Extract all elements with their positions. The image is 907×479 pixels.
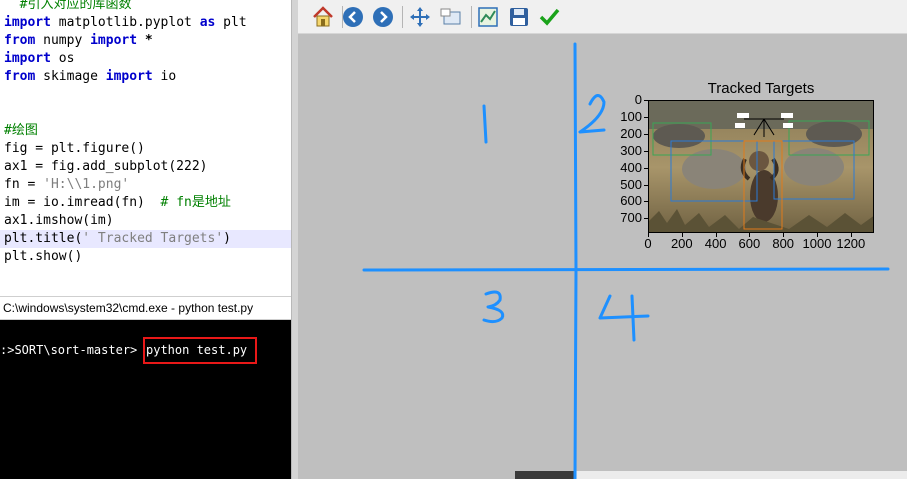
home-icon — [313, 6, 333, 27]
move-icon — [410, 7, 430, 27]
code-token: plt — [215, 15, 247, 30]
code-token: 'H:\\1.png' — [43, 177, 130, 192]
code-token: import — [90, 33, 138, 48]
configure-subplots-icon — [478, 7, 498, 27]
edit-button[interactable] — [536, 4, 562, 30]
code-token: #绘图 — [4, 123, 38, 138]
checkmark-icon — [539, 8, 560, 26]
floppy-disk-icon — [510, 8, 528, 26]
code-token: from — [4, 69, 36, 84]
code-token: ) — [223, 231, 231, 246]
code-line[interactable]: from skimage import io — [4, 68, 176, 86]
code-token: import — [4, 51, 51, 66]
code-line[interactable]: ax1.imshow(im) — [4, 212, 114, 230]
code-token: #引入对应的库函数 — [4, 0, 132, 12]
code-token: import — [4, 15, 51, 30]
code-token: plt.title( — [4, 231, 83, 246]
save-button[interactable] — [506, 4, 532, 30]
zoom-rect-icon — [440, 8, 461, 25]
quadrant-annotations — [362, 42, 890, 479]
code-line[interactable]: ax1 = fig.add_subplot(222) — [4, 158, 208, 176]
figure-toolbar — [298, 0, 907, 34]
code-token: * — [137, 33, 153, 48]
forward-button[interactable] — [370, 4, 396, 30]
quadrant-3-label — [482, 290, 505, 324]
code-line[interactable]: from numpy import * — [4, 32, 153, 50]
back-button[interactable] — [340, 4, 366, 30]
horizontal-axis-line — [362, 267, 890, 272]
code-token: import — [105, 69, 153, 84]
zoom-button[interactable] — [438, 4, 464, 30]
code-editor[interactable]: #引入对应的库函数 import matplotlib.pyplot as plt… — [0, 0, 291, 296]
code-line[interactable]: #引入对应的库函数 — [4, 0, 132, 14]
vertical-axis-line — [573, 42, 578, 479]
code-token: numpy — [35, 33, 91, 48]
code-line[interactable]: import os — [4, 50, 74, 68]
quadrant-2-label — [578, 94, 606, 134]
code-token: im = io.imread(fn) — [4, 195, 161, 210]
code-token: os — [50, 51, 75, 66]
code-token: from — [4, 33, 36, 48]
code-line[interactable]: fn = 'H:\\1.png' — [4, 176, 129, 194]
code-line[interactable]: #绘图 — [4, 122, 38, 140]
code-token: fn = — [4, 177, 44, 192]
code-token: matplotlib.pyplot — [50, 15, 200, 30]
console-title: C:\windows\system32\cmd.exe - python tes… — [0, 296, 291, 320]
code-token: skimage — [35, 69, 106, 84]
code-token: # fn是地址 — [160, 195, 231, 210]
code-token: ' Tracked Targets' — [82, 231, 224, 246]
home-button[interactable] — [310, 4, 336, 30]
arrow-left-icon — [343, 7, 363, 27]
pan-button[interactable] — [407, 4, 433, 30]
code-line[interactable]: im = io.imread(fn) # fn是地址 — [4, 194, 231, 212]
code-token: ax1.imshow(im) — [4, 213, 114, 228]
subplots-button[interactable] — [475, 4, 501, 30]
arrow-right-icon — [373, 7, 393, 27]
quadrant-4-label — [598, 294, 650, 342]
code-token: io — [152, 69, 177, 84]
quadrant-1-label — [482, 104, 488, 144]
code-token: plt.show() — [4, 249, 83, 264]
code-token: as — [199, 15, 216, 30]
code-line[interactable]: import matplotlib.pyplot as plt — [4, 14, 247, 32]
code-line[interactable]: plt.title(' Tracked Targets') — [4, 230, 231, 248]
code-token: fig = plt.figure() — [4, 141, 145, 156]
command-highlight-box — [143, 337, 257, 364]
code-line[interactable]: plt.show() — [4, 248, 82, 266]
console-prompt: :>SORT\sort-master> — [0, 343, 138, 357]
code-line[interactable]: fig = plt.figure() — [4, 140, 145, 158]
editor-scrollbar[interactable] — [291, 0, 298, 479]
code-token: ax1 = fig.add_subplot(222) — [4, 159, 208, 174]
console-window[interactable]: :>SORT\sort-master> python test.py — [0, 320, 291, 479]
